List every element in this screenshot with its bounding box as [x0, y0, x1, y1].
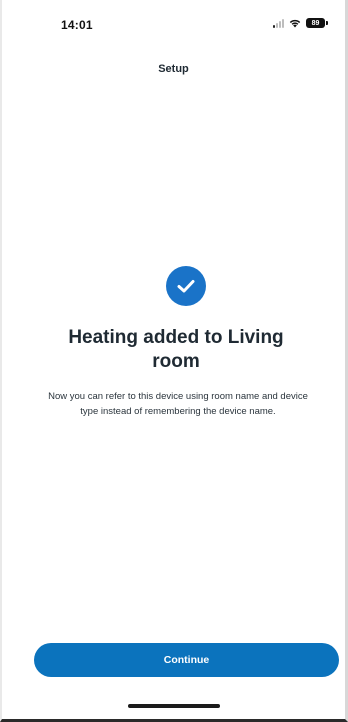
- signal-icon: [273, 18, 284, 28]
- setup-screen: 14:01 89 Setup Heating added to Living r…: [0, 0, 348, 722]
- wifi-icon: [289, 19, 301, 28]
- home-indicator[interactable]: [128, 704, 220, 708]
- status-time: 14:01: [61, 18, 93, 32]
- battery-icon: 89: [306, 18, 328, 28]
- page-title: Setup: [158, 63, 189, 75]
- success-title: Heating added to Living room: [68, 327, 284, 372]
- check-circle-icon: [166, 266, 206, 306]
- success-message: Now you can refer to this device using r…: [48, 391, 308, 417]
- continue-button[interactable]: Continue: [34, 643, 339, 677]
- status-icons: 89: [273, 18, 328, 28]
- status-bar: 14:01 89: [2, 14, 345, 34]
